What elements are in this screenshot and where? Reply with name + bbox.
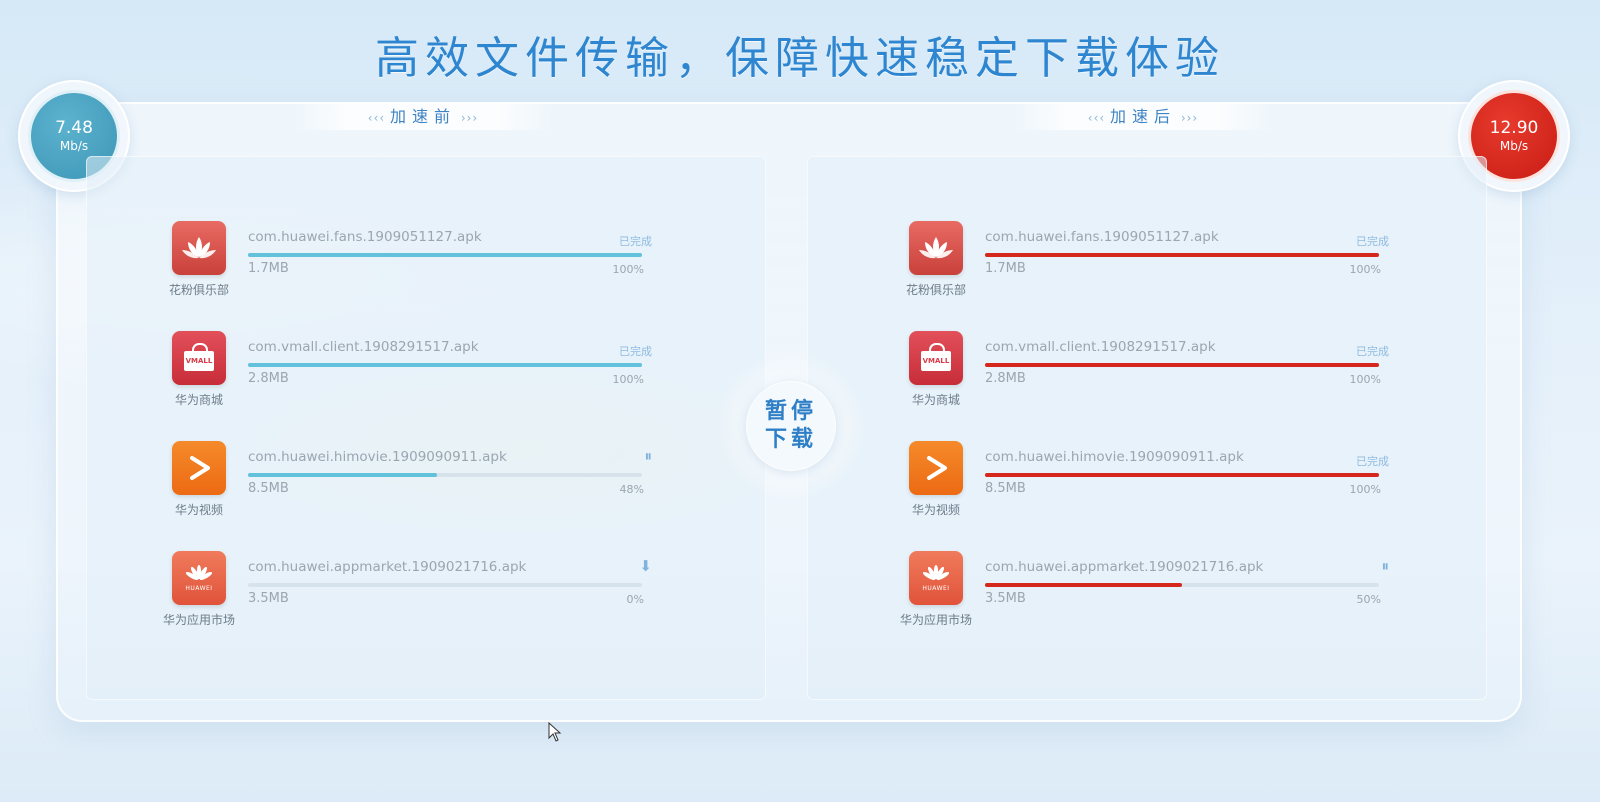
progress-track [985,363,1379,367]
pause-download-core[interactable]: 暂停 下载 [747,382,835,470]
huawei-flower-icon: HUAWEI [909,551,963,605]
download-row: VMALL 华为商城 com.vmall.client.1908291517.apk… [895,331,1389,421]
chevrons-right-icon: ››› [456,111,479,125]
file-name: com.huawei.appmarket.1909021716.apk [985,559,1264,575]
progress-track [985,473,1379,477]
play-icon [909,441,963,495]
app-name-label: 华为应用市场 [162,613,235,627]
progress-percent: 0% [626,593,644,606]
vmall-bag-icon: VMALL [909,331,963,385]
app-name-label: 华为视频 [174,503,223,517]
vmall-bag-icon: VMALL [172,331,226,385]
progress-fill [985,473,1379,477]
speed-value-before: 7.48 [55,118,93,138]
progress-track [985,583,1379,587]
progress-fill [248,473,438,477]
download-row: 花粉俱乐部 com.huawei.fans.1909051127.apk 已完成 1.… [158,221,652,311]
tab-before-label: 加速前 [389,107,456,126]
file-size: 2.8MB [985,371,1026,386]
speed-unit-before: Mb/s [59,139,89,153]
download-status: 已完成 [1356,235,1389,248]
tab-after-label: 加速后 [1109,107,1176,126]
progress-fill [985,583,1182,587]
page-headline: 高效文件传输，保障快速稳定下载体验 [375,33,1225,84]
progress-fill [985,363,1379,367]
progress-track [248,473,642,477]
download-status: 已完成 [1356,455,1389,468]
progress-track [248,363,642,367]
file-name: com.huawei.appmarket.1909021716.apk [248,559,527,575]
app-name-label: 华为商城 [911,393,960,407]
progress-percent: 48% [619,483,644,496]
chevrons-left-icon: ‹‹‹ [367,111,390,125]
app-name-label: 花粉俱乐部 [905,283,966,297]
file-name: com.vmall.client.1908291517.apk [985,339,1216,355]
file-size: 2.8MB [248,371,289,386]
pause-download-line2: 下载 [764,427,817,452]
progress-track [248,583,642,587]
file-size: 3.5MB [248,591,289,606]
chevrons-left-icon: ‹‹‹ [1087,111,1110,125]
mouse-pointer-icon [548,722,562,742]
speed-value-after: 12.90 [1489,118,1539,138]
huawei-flower-icon: HUAWEI [172,551,226,605]
app-name-label: 华为视频 [911,503,960,517]
progress-percent: 100% [1349,263,1381,276]
download-status: 已完成 [619,235,652,248]
file-size: 8.5MB [985,481,1026,496]
progress-percent: 100% [1349,483,1381,496]
pause-download-line1: 暂停 [764,399,817,424]
download-row: 花粉俱乐部 com.huawei.fans.1909051127.apk 已完成 1.… [895,221,1389,311]
pause-icon[interactable]: ⏸ [1381,557,1389,575]
lotus-icon [172,221,226,275]
speed-unit-after: Mb/s [1499,139,1529,153]
download-status: 已完成 [1356,345,1389,358]
file-size: 8.5MB [248,481,289,496]
download-row: 华为视频 com.huawei.himovie.1909090911.apk 已完成… [895,441,1389,531]
file-name: com.huawei.fans.1909051127.apk [985,229,1219,245]
app-name-label: 华为应用市场 [899,613,972,627]
progress-fill [248,253,642,257]
progress-percent: 100% [612,373,644,386]
progress-percent: 100% [612,263,644,276]
download-status: 已完成 [619,345,652,358]
chevrons-right-icon: ››› [1176,111,1199,125]
progress-percent: 100% [1349,373,1381,386]
file-name: com.huawei.himovie.1909090911.apk [985,449,1244,465]
pause-download-button[interactable]: 暂停 下载 [717,352,865,500]
download-arrow-icon[interactable]: ⬇ [639,557,652,575]
file-name: com.huawei.himovie.1909090911.apk [248,449,507,465]
progress-track [248,253,642,257]
file-size: 1.7MB [985,261,1026,276]
app-name-label: 花粉俱乐部 [168,283,229,297]
tab-before-acceleration: ‹‹‹ 加速前 ››› [294,104,552,130]
download-row: VMALL 华为商城 com.vmall.client.1908291517.apk… [158,331,652,421]
download-row: 华为视频 com.huawei.himovie.1909090911.apk ⏸ 8.… [158,441,652,531]
progress-percent: 50% [1356,593,1381,606]
tab-after-acceleration: ‹‹‹ 加速后 ››› [1014,104,1272,130]
lotus-icon [909,221,963,275]
progress-fill [248,363,642,367]
download-row: HUAWEI 华为应用市场 com.huawei.appmarket.1909021… [895,551,1389,641]
pause-icon[interactable]: ⏸ [644,447,652,465]
file-name: com.huawei.fans.1909051127.apk [248,229,482,245]
file-size: 1.7MB [248,261,289,276]
file-size: 3.5MB [985,591,1026,606]
app-name-label: 华为商城 [174,393,223,407]
download-row: HUAWEI 华为应用市场 com.huawei.appmarket.1909021… [158,551,652,641]
progress-fill [985,253,1379,257]
file-name: com.vmall.client.1908291517.apk [248,339,479,355]
progress-track [985,253,1379,257]
play-icon [172,441,226,495]
